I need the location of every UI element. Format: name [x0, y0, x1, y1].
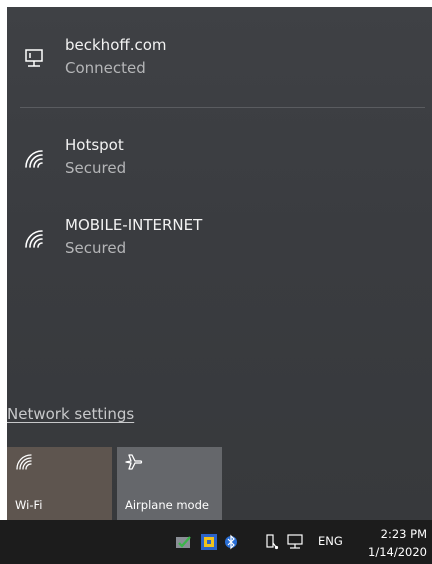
network-item-ethernet[interactable]: beckhoff.com Connected [7, 36, 432, 96]
network-icon[interactable] [286, 533, 304, 551]
wifi-icon [21, 226, 47, 252]
app-icon[interactable] [200, 533, 218, 551]
network-name: beckhoff.com [65, 36, 167, 54]
network-flyout: beckhoff.com Connected Hotspot Secured M [7, 7, 432, 520]
wifi-icon [21, 146, 47, 172]
network-settings-link[interactable]: Network settings [7, 405, 134, 423]
network-name: Hotspot [65, 136, 124, 154]
wifi-toggle-tile[interactable]: Wi-Fi [7, 447, 112, 520]
language-indicator[interactable]: ENG [318, 534, 343, 548]
divider [20, 107, 425, 108]
network-item-hotspot[interactable]: Hotspot Secured [7, 136, 432, 196]
bluetooth-icon[interactable] [222, 533, 240, 551]
wifi-icon [15, 453, 33, 471]
taskbar: ENG 2:23 PM 1/14/2020 [0, 520, 432, 564]
ethernet-icon [21, 46, 47, 72]
usb-drive-icon[interactable] [262, 533, 280, 551]
clock-date[interactable]: 1/14/2020 [360, 545, 427, 559]
network-status: Secured [65, 239, 127, 257]
tile-label: Airplane mode [125, 498, 209, 512]
network-status: Secured [65, 159, 127, 177]
network-name: MOBILE-INTERNET [65, 216, 203, 234]
airplane-mode-tile[interactable]: Airplane mode [117, 447, 222, 520]
security-check-icon[interactable] [175, 533, 193, 551]
network-status: Connected [65, 59, 146, 77]
airplane-icon [125, 453, 143, 471]
clock-time[interactable]: 2:23 PM [367, 527, 427, 541]
tile-label: Wi-Fi [15, 498, 43, 512]
network-item-mobile-internet[interactable]: MOBILE-INTERNET Secured [7, 216, 432, 276]
